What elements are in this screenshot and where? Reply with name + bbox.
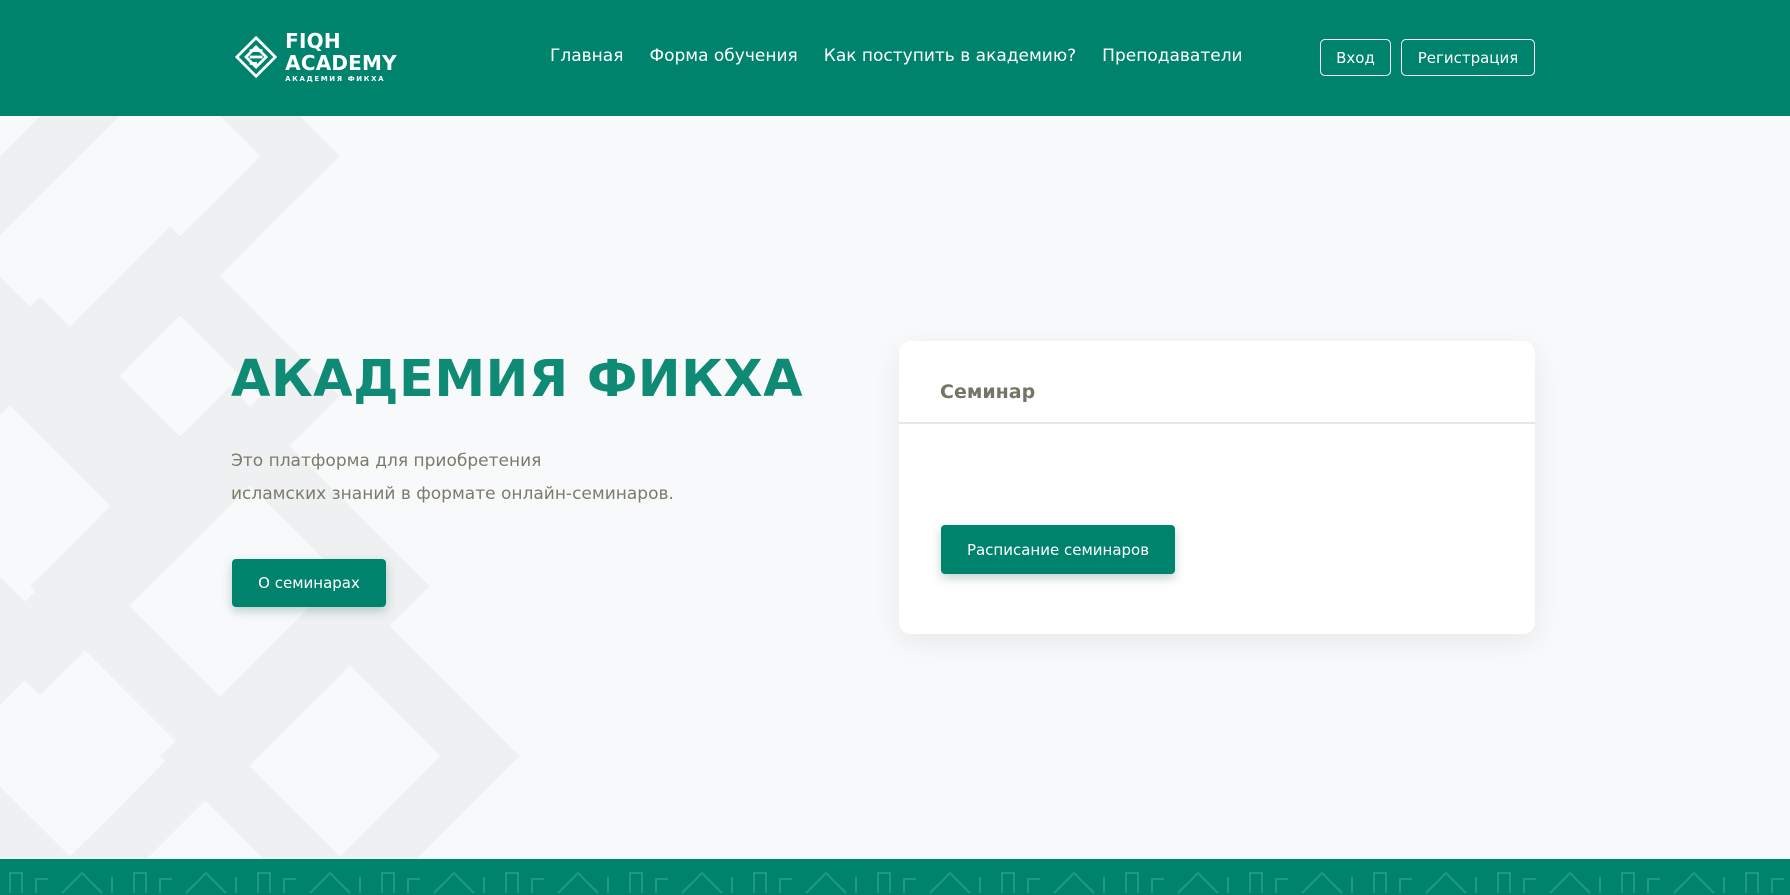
about-seminars-button[interactable]: О семинарах [232,559,386,607]
seminar-schedule-button[interactable]: Расписание семинаров [941,525,1175,574]
nav-study-form[interactable]: Форма обучения [649,44,797,68]
main-nav: Главная Форма обучения Как поступить в а… [550,44,1243,68]
logo-subtitle: АКАДЕМИЯ ФИКХА [285,75,386,83]
hero-text-line-2: исламских знаний в формате онлайн-семина… [231,484,674,504]
nav-admission[interactable]: Как поступить в академию? [824,44,1076,68]
fiqh-logo-icon [235,35,278,79]
register-button[interactable]: Регистрация [1401,39,1535,76]
seminar-card-header: Семинар [899,341,1535,424]
hero-text-line-1: Это платформа для приобретения [231,451,542,471]
logo-title: FIQH ACADEMY [285,29,397,75]
footer-pattern [0,859,1790,895]
site-logo[interactable]: FIQH ACADEMY АКАДЕМИЯ ФИКХА [235,30,445,84]
nav-teachers[interactable]: Преподаватели [1102,44,1242,68]
site-header: FIQH ACADEMY АКАДЕМИЯ ФИКХА Главная Форм… [0,0,1790,116]
login-button[interactable]: Вход [1320,39,1391,76]
footer-pattern-strip [0,859,1790,895]
seminar-card: Семинар Расписание семинаров [899,341,1535,634]
nav-home[interactable]: Главная [550,44,623,68]
seminar-card-title: Семинар [940,381,1036,403]
hero-description: Это платформа для приобретения исламских… [231,445,701,511]
logo-text: FIQH ACADEMY АКАДЕМИЯ ФИКХА [285,30,445,84]
hero-title: АКАДЕМИЯ ФИКХА [231,350,804,409]
